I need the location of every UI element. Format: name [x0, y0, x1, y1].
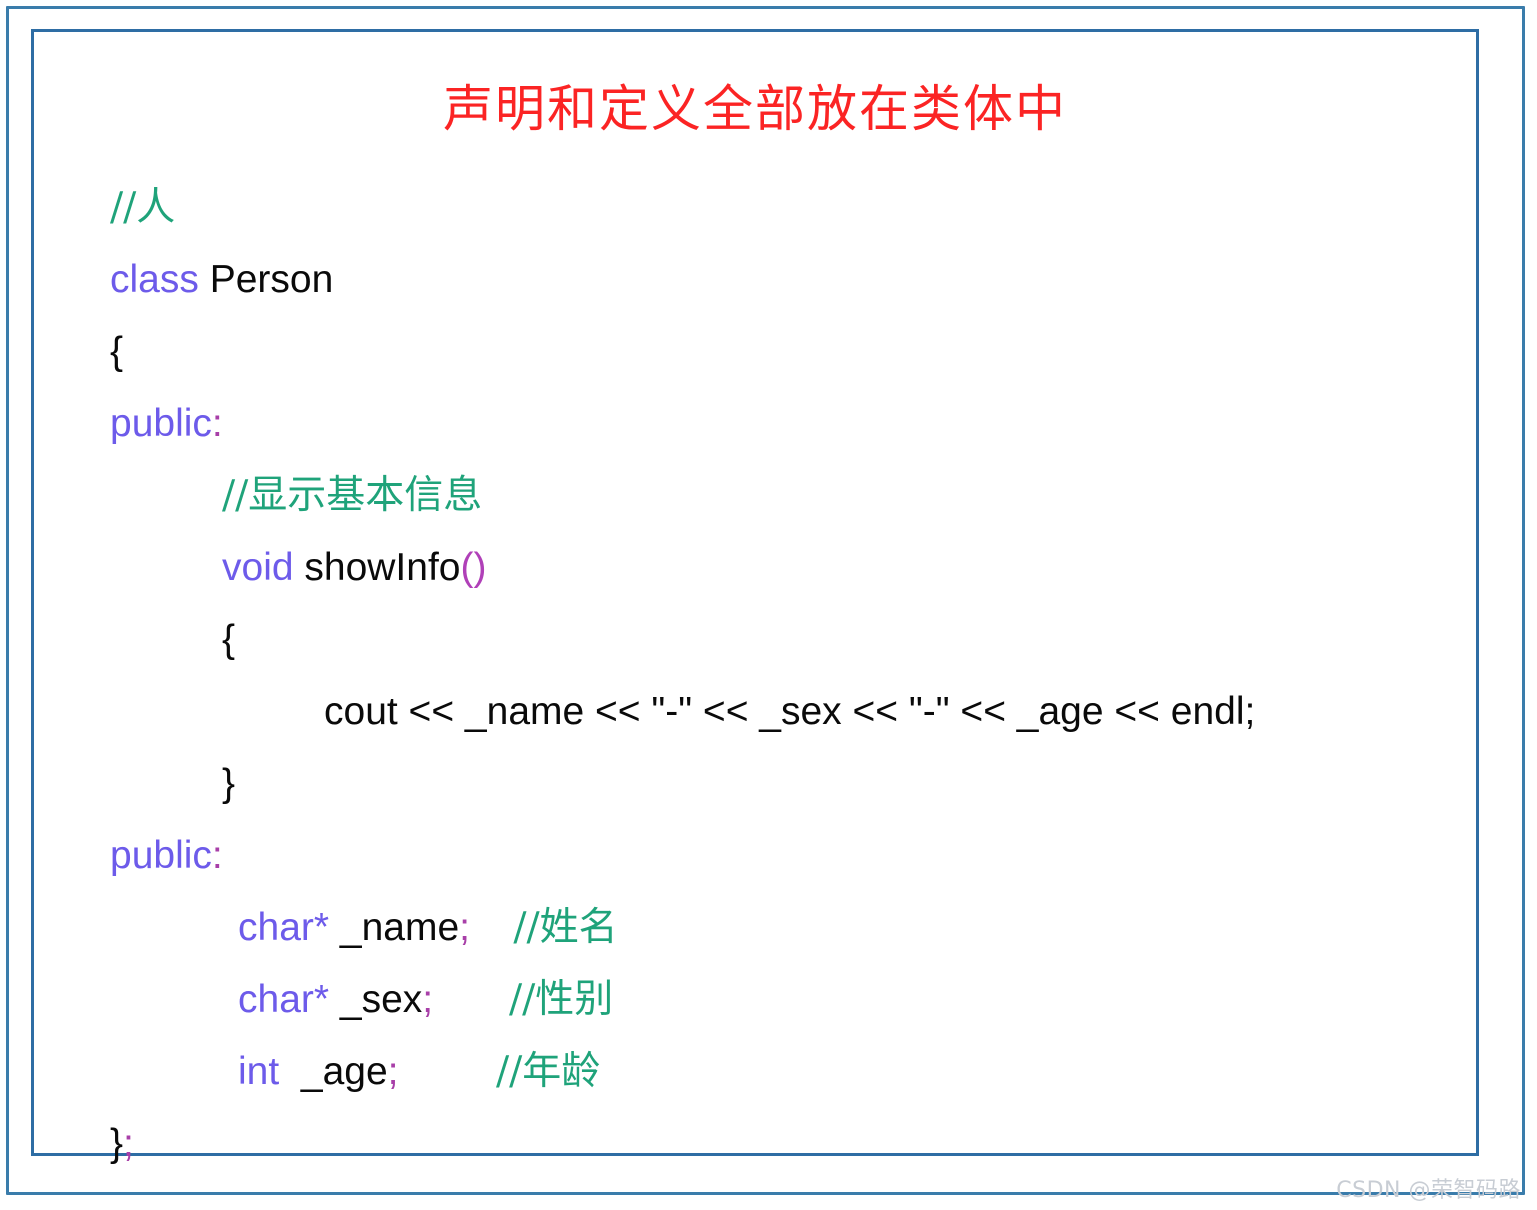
code-line: public:: [110, 388, 1466, 460]
code-token-comment-cn: //人: [110, 185, 176, 230]
code-line: public:: [110, 820, 1466, 892]
code-token-plain: {: [222, 618, 236, 661]
code-token-keyword: char*: [238, 906, 330, 949]
code-token-keyword: public: [110, 402, 212, 445]
code-line: void showInfo(): [110, 532, 1466, 604]
code-token-plain: Person: [198, 258, 334, 301]
code-token-plain: showInfo: [293, 546, 461, 589]
code-token-punct: ;: [422, 978, 434, 1021]
code-token-plain: cout << _name << "-" << _sex << "-" << _…: [324, 690, 1256, 733]
figure-canvas: 声明和定义全部放在类体中 //人 class Person { public: //显示…: [0, 0, 1537, 1210]
code-token-punct: :: [211, 834, 223, 877]
code-token-plain: {: [110, 330, 124, 373]
code-line: {: [110, 604, 1466, 676]
code-line: }: [110, 748, 1466, 820]
page-title: 声明和定义全部放在类体中: [443, 80, 1067, 138]
code-line: class Person: [110, 244, 1466, 316]
code-token-comment-cn: //显示基本信息: [222, 473, 483, 518]
code-token-punct: :: [211, 402, 223, 445]
code-token-punct: ;: [387, 1050, 399, 1093]
code-line: {: [110, 316, 1466, 388]
code-token-comment-cn: //年龄: [496, 1049, 601, 1094]
code-token-plain: _age: [279, 1050, 388, 1093]
code-line: };: [110, 1108, 1466, 1180]
code-token-plain: _sex: [329, 978, 423, 1021]
code-token-keyword: public: [110, 834, 212, 877]
code-line: //显示基本信息: [110, 460, 1466, 532]
code-token-punct: ;: [123, 1122, 134, 1165]
code-token-plain: }: [110, 1122, 124, 1165]
code-token-keyword: class: [110, 258, 199, 301]
csdn-watermark: CSDN @荣智码路: [1336, 1178, 1521, 1203]
code-block: //人 class Person { public: //显示基本信息 void show…: [110, 172, 1466, 1180]
code-token-comment-cn: //姓名: [513, 905, 618, 950]
code-line: //人: [110, 172, 1466, 244]
code-line: cout << _name << "-" << _sex << "-" << _…: [110, 676, 1466, 748]
code-line: char* _name; //姓名: [110, 892, 1466, 964]
code-token-plain: _name: [329, 906, 460, 949]
code-line: int _age; //年龄: [110, 1036, 1466, 1108]
code-token-keyword: int: [238, 1050, 280, 1093]
code-token-punct: ;: [459, 906, 470, 949]
code-token-plain: }: [222, 762, 236, 805]
code-token-keyword: char*: [238, 978, 330, 1021]
code-token-paren: (): [460, 546, 487, 589]
code-token-comment-cn: //性别: [508, 977, 614, 1022]
code-token-keyword: void: [222, 546, 294, 589]
code-panel: 声明和定义全部放在类体中 //人 class Person { public: //显示…: [31, 29, 1479, 1165]
code-line: char* _sex; //性别: [110, 964, 1466, 1036]
